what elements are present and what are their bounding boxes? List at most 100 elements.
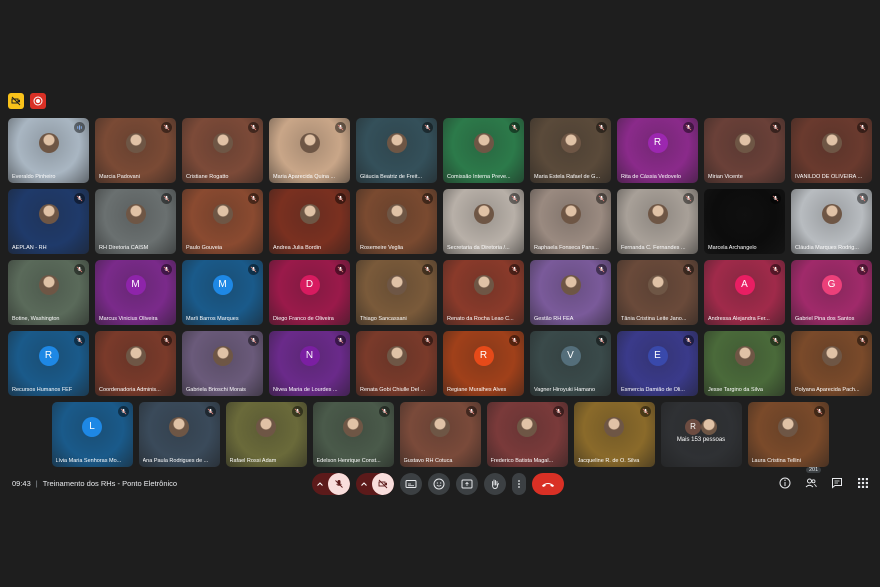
participant-tile[interactable]: Tânia Cristina Leite Jano... <box>617 260 698 325</box>
participant-tile[interactable]: Gabriela Brioschi Morais <box>182 331 263 396</box>
participant-tile[interactable]: Secretaria da Diretoria /... <box>443 189 524 254</box>
participant-tile[interactable]: D Diego Franco de Oliveira <box>269 260 350 325</box>
mic-off-icon <box>683 264 694 275</box>
chevron-up-icon[interactable] <box>312 473 328 495</box>
participant-name: Lívia Maria Senhoras Mo... <box>55 458 122 464</box>
participant-tile[interactable]: Cláudia Marques Rodrig... <box>791 189 872 254</box>
participant-tile[interactable]: Comissão Interna Preve... <box>443 118 524 183</box>
avatar: D <box>299 274 320 295</box>
avatar: R <box>473 345 494 366</box>
participant-tile[interactable]: Laura Cristina Tellini <box>747 402 829 467</box>
participant-tile[interactable]: A Andressa Alejandra Fer... <box>704 260 785 325</box>
participant-tile[interactable]: Marcia Padovani <box>95 118 176 183</box>
mic-off-icon <box>857 335 868 346</box>
participant-tile[interactable]: Thiago Sancassani <box>356 260 437 325</box>
participant-tile[interactable]: R Rita de Cássia Vedovelo <box>617 118 698 183</box>
mic-off-icon <box>465 406 477 417</box>
captions-button[interactable] <box>400 473 422 495</box>
participant-name: Everaldo Pinheiro <box>12 174 56 180</box>
participant-tile[interactable]: Cristiane Rogatto <box>182 118 263 183</box>
participant-tile[interactable]: AEPLAN - RH <box>8 189 89 254</box>
participant-tile[interactable]: Frederico Batista Magal... <box>486 402 568 467</box>
people-icon[interactable]: 201 <box>804 467 822 490</box>
participant-tile[interactable]: Maria Aparecida Quina ... <box>269 118 350 183</box>
avatar <box>517 416 537 437</box>
participant-tile[interactable]: V Vagner Hiroyuki Hamano <box>530 331 611 396</box>
mic-off-icon <box>770 335 781 346</box>
more-participants-tile[interactable]: R Mais 153 pessoas <box>660 402 742 467</box>
participant-tile[interactable]: Renato da Rocha Leao C... <box>443 260 524 325</box>
participant-tile[interactable]: Gustavo RH Cotuca <box>399 402 481 467</box>
participant-tile[interactable]: Rafael Rossi Adam <box>225 402 307 467</box>
participant-tile[interactable]: Everaldo Pinheiro <box>8 118 89 183</box>
participant-name: Frederico Batista Magal... <box>490 458 554 464</box>
participant-name: Laura Cristina Tellini <box>751 458 801 464</box>
avatar: M <box>212 274 233 295</box>
avatar <box>386 345 407 366</box>
more-options-button[interactable] <box>512 473 526 495</box>
participant-tile[interactable]: Rosemeire Veglia <box>356 189 437 254</box>
camera-control <box>356 473 394 495</box>
participant-name: Gabriel Pina dos Santos <box>795 316 855 322</box>
end-call-icon <box>542 483 554 487</box>
camera-off-button[interactable] <box>372 473 394 495</box>
participant-tile[interactable]: Gestão RH FEA <box>530 260 611 325</box>
participant-tile[interactable]: Raphaela Fonseca Pans... <box>530 189 611 254</box>
participant-tile[interactable]: Andrea Julia Bordin <box>269 189 350 254</box>
participant-tile[interactable]: G Gabriel Pina dos Santos <box>791 260 872 325</box>
participant-name: Jesse Targino da Silva <box>708 387 763 393</box>
participant-name: Rafael Rossi Adam <box>229 458 277 464</box>
chat-icon[interactable] <box>830 476 844 490</box>
mic-off-icon <box>335 122 346 133</box>
participant-tile[interactable]: M Marcus Vinicius Oliveira <box>95 260 176 325</box>
participant-tile[interactable]: Maria Estela Rafael de G... <box>530 118 611 183</box>
participant-tile[interactable]: RH Diretoria CAISM <box>95 189 176 254</box>
avatar <box>299 203 320 224</box>
participant-tile[interactable]: R Recursos Humanos FEF <box>8 331 89 396</box>
participant-tile[interactable]: Ana Paula Rodrigues de ... <box>138 402 220 467</box>
participant-tile[interactable]: M Marli Barros Marques <box>182 260 263 325</box>
participant-tile[interactable]: Botine, Washington <box>8 260 89 325</box>
raise-hand-button[interactable] <box>484 473 506 495</box>
participant-tile[interactable]: Gláucia Beatriz de Freit... <box>356 118 437 183</box>
participant-name: Marcus Vinicius Oliveira <box>99 316 158 322</box>
info-icon[interactable] <box>778 476 792 490</box>
avatar <box>473 274 494 295</box>
participant-tile[interactable]: Jesse Targino da Silva <box>704 331 785 396</box>
avatar: A <box>734 274 755 295</box>
participant-tile[interactable]: R Regiane Muralhes Alves <box>443 331 524 396</box>
mic-off-icon <box>422 264 433 275</box>
participant-name: Raphaela Fonseca Pans... <box>534 245 599 251</box>
participant-name: RH Diretoria CAISM <box>99 245 149 251</box>
participant-tile[interactable]: N Nivea Maria de Lourdes ... <box>269 331 350 396</box>
participant-tile[interactable]: Fernanda C. Fernandes ... <box>617 189 698 254</box>
participant-tile[interactable]: L Lívia Maria Senhoras Mo... <box>51 402 133 467</box>
avatar <box>125 203 146 224</box>
avatar: R <box>647 132 668 153</box>
mic-off-button[interactable] <box>328 473 350 495</box>
participant-tile[interactable]: Mirian Vicente <box>704 118 785 183</box>
participant-tile[interactable]: Coordenadoria Adminis... <box>95 331 176 396</box>
participant-row: R Recursos Humanos FEF Coordenadoria Admin… <box>0 331 880 396</box>
avatar <box>734 132 755 153</box>
participant-tile[interactable]: IVANILDO DE OLIVEIRA ... <box>791 118 872 183</box>
participant-name: Comissão Interna Preve... <box>447 174 511 180</box>
participant-name: Renato da Rocha Leao C... <box>447 316 514 322</box>
avatar <box>778 416 798 437</box>
participant-name: Vagner Hiroyuki Hamano <box>534 387 596 393</box>
end-call-button[interactable] <box>532 473 564 495</box>
participant-tile[interactable]: Edelson Henrique Const... <box>312 402 394 467</box>
activities-icon[interactable] <box>856 476 870 490</box>
participant-tile[interactable]: E Esmercia Damião de Oli... <box>617 331 698 396</box>
participant-tile[interactable]: Marcela Archangelo <box>704 189 785 254</box>
present-button[interactable] <box>456 473 478 495</box>
meeting-title[interactable]: Treinamento dos RHs - Ponto Eletrônico <box>43 479 177 488</box>
participant-tile[interactable]: Polyana Aparecida Pach... <box>791 331 872 396</box>
record-icon[interactable] <box>30 93 46 109</box>
emoji-button[interactable] <box>428 473 450 495</box>
participant-tile[interactable]: Renata Gobi Chiulle Del ... <box>356 331 437 396</box>
participant-tile[interactable]: Jacqueline R. de O. Silva <box>573 402 655 467</box>
chevron-up-icon[interactable] <box>356 473 372 495</box>
mic-off-icon <box>596 264 607 275</box>
participant-tile[interactable]: Paulo Gouveia <box>182 189 263 254</box>
